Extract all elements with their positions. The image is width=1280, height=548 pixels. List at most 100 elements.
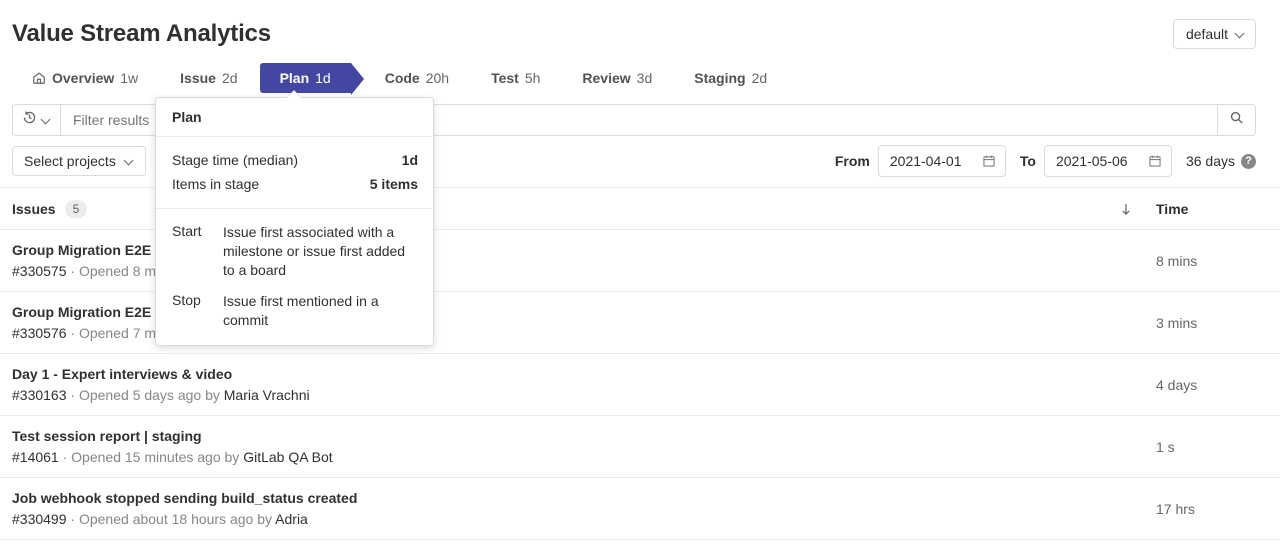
projects-dropdown-label: Select projects — [24, 153, 116, 169]
issue-opened-label: Opened — [71, 449, 121, 465]
to-label: To — [1019, 153, 1036, 169]
issue-id: #330163 — [12, 387, 67, 403]
stage-popover-title: Plan — [156, 98, 433, 137]
stage-tab-overview[interactable]: Overview 1w — [12, 63, 158, 93]
stage-tab-staging-value: 2d — [751, 70, 768, 86]
issue-author[interactable]: Maria Vrachni — [224, 387, 310, 403]
separator: · — [70, 325, 79, 341]
chevron-down-icon — [42, 116, 51, 125]
issue-author[interactable]: Adria — [275, 511, 308, 527]
stage-popover-metric: Items in stage 5 items — [172, 172, 418, 196]
to-date-value: 2021-05-06 — [1055, 153, 1128, 169]
issue-opened-label: Opened — [78, 325, 129, 341]
date-range-controls: From 2021-04-01 To 2021-05-06 36 days ? — [835, 145, 1256, 177]
projects-dropdown[interactable]: Select projects — [12, 146, 146, 176]
stage-tab-issue[interactable]: Issue 2d — [160, 63, 257, 93]
page-header: Value Stream Analytics default — [0, 0, 1280, 54]
issue-meta: #14061 · Opened 15 minutes ago by GitLab… — [12, 449, 1096, 465]
stage-tab-plan-value: 1d — [315, 70, 331, 86]
from-date-value: 2021-04-01 — [889, 153, 962, 169]
issue-title[interactable]: Job webhook stopped sending build_status… — [12, 490, 1096, 506]
recent-searches-button[interactable] — [13, 105, 61, 135]
issue-title[interactable]: Day 1 - Expert interviews & video — [12, 366, 1096, 382]
value-stream-select[interactable]: default — [1172, 19, 1256, 49]
table-row[interactable]: Test session report | staging #14061 · O… — [0, 416, 1280, 478]
issue-time: 8 mins — [1156, 252, 1198, 269]
chevron-down-icon — [1236, 30, 1245, 39]
issue-opened-ago: 5 days ago — [132, 387, 202, 403]
search-icon — [1229, 110, 1244, 130]
stage-tab-staging[interactable]: Staging 2d — [674, 63, 787, 93]
issue-opened-label: Opened — [78, 511, 129, 527]
from-date-input[interactable]: 2021-04-01 — [877, 145, 1006, 177]
stage-tab-review[interactable]: Review 3d — [562, 63, 672, 93]
issue-time: 4 days — [1156, 376, 1198, 393]
stage-popover-stop: Stop Issue first mentioned in a commit — [172, 289, 418, 332]
issue-opened-label: Opened — [78, 263, 129, 279]
search-button[interactable] — [1217, 105, 1255, 135]
stage-tab-code-value: 20h — [425, 70, 450, 86]
table-row[interactable]: Day 1 - Expert interviews & video #33016… — [0, 354, 1280, 416]
issue-info: Test session report | staging #14061 · O… — [12, 428, 1096, 465]
calendar-icon — [982, 154, 996, 168]
metric-value: 1d — [401, 152, 418, 168]
issue-time: 1 s — [1156, 438, 1175, 455]
stage-tab-plan-name: Plan — [279, 70, 310, 86]
issue-time: 17 hrs — [1156, 500, 1195, 517]
issue-opened-label: Opened — [78, 387, 129, 403]
separator: · — [70, 511, 79, 527]
to-date-input[interactable]: 2021-05-06 — [1043, 145, 1172, 177]
issue-meta: #330163 · Opened 5 days ago by Maria Vra… — [12, 387, 1096, 403]
stage-tab-code-name: Code — [384, 70, 420, 86]
stage-tab-staging-name: Staging — [694, 70, 746, 86]
date-range-duration: 36 days ? — [1186, 153, 1256, 169]
stage-tab-review-name: Review — [582, 70, 631, 86]
issue-author[interactable]: GitLab QA Bot — [243, 449, 333, 465]
stage-tab-review-value: 3d — [636, 70, 653, 86]
stage-tab-issue-value: 2d — [221, 70, 238, 86]
stage-tab-overview-name: Overview — [52, 70, 115, 86]
calendar-icon — [1148, 154, 1162, 168]
start-label: Start — [172, 223, 202, 239]
issue-id: #330576 — [12, 325, 67, 341]
value-stream-select-label: default — [1185, 26, 1228, 42]
issue-opened-ago: 15 minutes ago — [124, 449, 221, 465]
metric-label: Stage time (median) — [172, 152, 299, 168]
stage-popover-metrics: Stage time (median) 1d Items in stage 5 … — [156, 137, 433, 209]
issue-opened-ago: about 18 hours ago — [132, 511, 254, 527]
issue-time: 3 mins — [1156, 314, 1198, 331]
question-mark-icon[interactable]: ? — [1241, 153, 1256, 169]
home-icon — [32, 71, 46, 85]
stage-nav: Overview 1w Issue 2d Plan 1d Code 20h Te… — [0, 60, 1280, 96]
stage-tab-plan[interactable]: Plan 1d — [259, 63, 364, 95]
stage-tab-test-value: 5h — [524, 70, 541, 86]
stop-label: Stop — [172, 292, 201, 309]
stage-tab-test[interactable]: Test 5h — [471, 63, 560, 93]
stage-popover-metric: Stage time (median) 1d — [172, 148, 418, 172]
chevron-down-icon — [125, 157, 134, 166]
date-range-duration-text: 36 days — [1185, 153, 1235, 169]
sort-direction-button[interactable] — [1096, 202, 1156, 216]
stage-tab-issue-name: Issue — [180, 70, 216, 86]
issue-id: #14061 — [12, 449, 59, 465]
separator: · — [70, 263, 79, 279]
stage-tab-code[interactable]: Code 20h — [365, 63, 469, 93]
issue-title[interactable]: Test session report | staging — [12, 428, 1096, 444]
start-description: Issue first associated with a milestone … — [223, 224, 406, 279]
issues-count-badge: 5 — [64, 200, 88, 218]
issue-by-label: by — [224, 449, 240, 465]
issue-by-label: by — [205, 387, 220, 403]
stage-popover: Plan Stage time (median) 1d Items in sta… — [155, 97, 434, 347]
separator: · — [62, 449, 72, 465]
value-stream-analytics-page: Value Stream Analytics default Overview … — [0, 0, 1280, 548]
issue-meta: #330499 · Opened about 18 hours ago by A… — [12, 511, 1096, 527]
issues-column-label: Issues — [12, 201, 56, 217]
page-title: Value Stream Analytics — [12, 19, 271, 47]
issue-id: #330499 — [12, 511, 67, 527]
table-row[interactable]: Job webhook stopped sending build_status… — [0, 478, 1280, 540]
separator: · — [70, 387, 79, 403]
arrow-down-icon — [1122, 204, 1130, 215]
history-icon — [22, 110, 37, 130]
issue-info: Day 1 - Expert interviews & video #33016… — [12, 366, 1096, 403]
time-column-header: Time — [1156, 201, 1189, 217]
